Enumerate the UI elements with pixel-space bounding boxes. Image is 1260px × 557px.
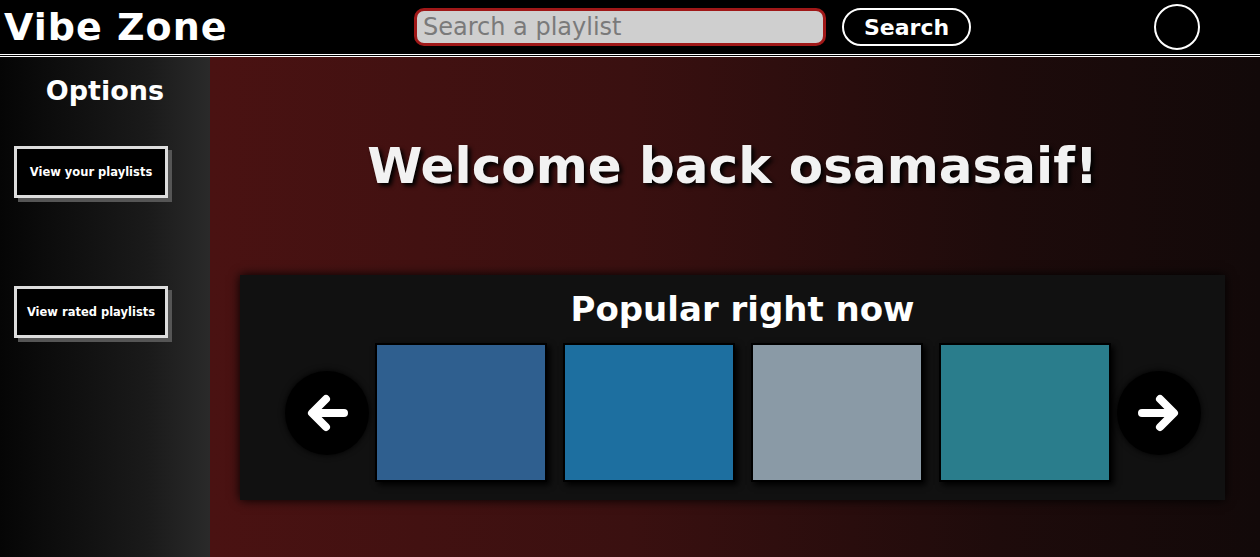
sidebar-item[interactable]: View your playlists [14,146,168,198]
carousel [290,343,1195,482]
playlist-card[interactable] [939,343,1111,482]
playlist-cards [375,343,1111,482]
page: Vibe Zone Search Options View your playl… [0,0,1260,557]
playlist-card[interactable] [563,343,735,482]
app-title: Vibe Zone [4,5,414,49]
sidebar-title: Options [46,75,164,106]
search-button[interactable]: Search [842,8,971,46]
popular-panel: Popular right now [240,275,1225,500]
top-bar: Vibe Zone Search [0,0,1260,57]
right-arrow-icon [1136,390,1182,436]
playlist-card[interactable] [375,343,547,482]
previous-button[interactable] [285,371,369,455]
main-area: Welcome back osamasaif! Popular right no… [210,57,1260,557]
sidebar: Options View your playlists View rated pl… [0,57,210,557]
next-button[interactable] [1117,371,1201,455]
welcome-heading: Welcome back osamasaif! [367,137,1098,195]
popular-title: Popular right now [570,289,914,329]
sidebar-item[interactable]: View rated playlists [14,286,168,338]
content: Options View your playlists View rated pl… [0,57,1260,557]
playlist-card[interactable] [751,343,923,482]
search-area: Search [414,8,1154,46]
profile-avatar[interactable] [1154,4,1200,50]
search-input[interactable] [414,8,826,46]
left-arrow-icon [304,390,350,436]
